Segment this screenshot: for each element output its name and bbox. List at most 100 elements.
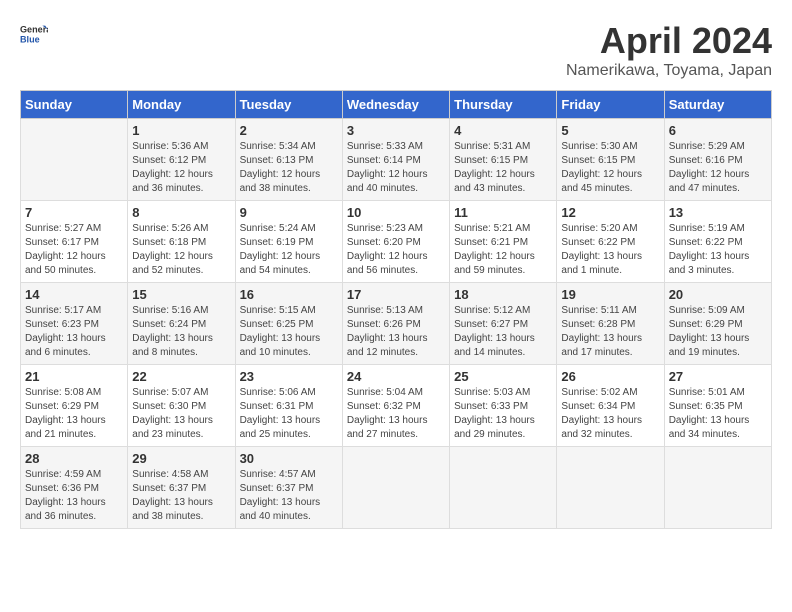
day-number: 30: [240, 451, 338, 466]
calendar-cell: 30 Sunrise: 4:57 AM Sunset: 6:37 PM Dayli…: [235, 447, 342, 529]
weekday-header: Tuesday: [235, 91, 342, 119]
day-number: 20: [669, 287, 767, 302]
day-info: Sunrise: 5:17 AM Sunset: 6:23 PM Dayligh…: [25, 304, 123, 360]
day-number: 24: [347, 369, 445, 384]
logo: General Blue: [20, 20, 48, 48]
day-number: 29: [132, 451, 230, 466]
day-number: 4: [454, 123, 552, 138]
day-number: 16: [240, 287, 338, 302]
calendar-cell: 26Sunrise: 5:02 AM Sunset: 6:34 PM Dayli…: [557, 365, 664, 447]
day-info: Sunrise: 5:27 AM Sunset: 6:17 PM Dayligh…: [25, 222, 123, 278]
day-info: Sunrise: 5:16 AM Sunset: 6:24 PM Dayligh…: [132, 304, 230, 360]
calendar-cell: 14Sunrise: 5:17 AM Sunset: 6:23 PM Dayli…: [21, 283, 128, 365]
weekday-header: Sunday: [21, 91, 128, 119]
calendar-cell: 21 Sunrise: 5:08 AM Sunset: 6:29 PM Dayli…: [21, 365, 128, 447]
day-info: Sunrise: 5:11 AM Sunset: 6:28 PM Dayligh…: [561, 304, 659, 360]
day-info: Sunrise: 5:06 AM Sunset: 6:31 PM Dayligh…: [240, 386, 338, 442]
day-info: Sunrise: 5:29 AM Sunset: 6:16 PM Dayligh…: [669, 140, 767, 196]
page-header: General Blue April 2024 Namerikawa, Toya…: [20, 20, 772, 80]
day-info: Sunrise: 5:31 AM Sunset: 6:15 PM Dayligh…: [454, 140, 552, 196]
day-info: Sunrise: 5:19 AM Sunset: 6:22 PM Dayligh…: [669, 222, 767, 278]
day-info: Sunrise: 5:30 AM Sunset: 6:15 PM Dayligh…: [561, 140, 659, 196]
day-info: Sunrise: 5:08 AM Sunset: 6:29 PM Dayligh…: [25, 386, 123, 442]
day-info: Sunrise: 5:09 AM Sunset: 6:29 PM Dayligh…: [669, 304, 767, 360]
calendar-cell: 10Sunrise: 5:23 AM Sunset: 6:20 PM Dayli…: [342, 201, 449, 283]
day-number: 3: [347, 123, 445, 138]
weekday-header: Saturday: [664, 91, 771, 119]
calendar-week-row: 7 Sunrise: 5:27 AM Sunset: 6:17 PM Daylig…: [21, 201, 772, 283]
calendar-cell: 6 Sunrise: 5:29 AM Sunset: 6:16 PM Daylig…: [664, 119, 771, 201]
calendar-table: SundayMondayTuesdayWednesdayThursdayFrid…: [20, 90, 772, 529]
day-number: 19: [561, 287, 659, 302]
calendar-cell: 15 Sunrise: 5:16 AM Sunset: 6:24 PM Dayli…: [128, 283, 235, 365]
calendar-cell: [664, 447, 771, 529]
day-info: Sunrise: 5:03 AM Sunset: 6:33 PM Dayligh…: [454, 386, 552, 442]
calendar-cell: 7 Sunrise: 5:27 AM Sunset: 6:17 PM Daylig…: [21, 201, 128, 283]
day-number: 15: [132, 287, 230, 302]
day-number: 25: [454, 369, 552, 384]
day-number: 13: [669, 205, 767, 220]
svg-text:Blue: Blue: [20, 34, 40, 44]
day-info: Sunrise: 5:24 AM Sunset: 6:19 PM Dayligh…: [240, 222, 338, 278]
day-info: Sunrise: 5:01 AM Sunset: 6:35 PM Dayligh…: [669, 386, 767, 442]
weekday-header: Monday: [128, 91, 235, 119]
day-number: 12: [561, 205, 659, 220]
calendar-cell: 11 Sunrise: 5:21 AM Sunset: 6:21 PM Dayli…: [450, 201, 557, 283]
calendar-cell: [557, 447, 664, 529]
day-info: Sunrise: 5:21 AM Sunset: 6:21 PM Dayligh…: [454, 222, 552, 278]
day-number: 11: [454, 205, 552, 220]
day-info: Sunrise: 4:57 AM Sunset: 6:37 PM Dayligh…: [240, 468, 338, 524]
calendar-cell: 9 Sunrise: 5:24 AM Sunset: 6:19 PM Daylig…: [235, 201, 342, 283]
calendar-cell: 17 Sunrise: 5:13 AM Sunset: 6:26 PM Dayli…: [342, 283, 449, 365]
day-info: Sunrise: 5:33 AM Sunset: 6:14 PM Dayligh…: [347, 140, 445, 196]
weekday-header: Friday: [557, 91, 664, 119]
title-block: April 2024 Namerikawa, Toyama, Japan: [566, 20, 772, 80]
day-info: Sunrise: 5:34 AM Sunset: 6:13 PM Dayligh…: [240, 140, 338, 196]
calendar-cell: 29 Sunrise: 4:58 AM Sunset: 6:37 PM Dayli…: [128, 447, 235, 529]
calendar-cell: 27 Sunrise: 5:01 AM Sunset: 6:35 PM Dayli…: [664, 365, 771, 447]
calendar-cell: 8 Sunrise: 5:26 AM Sunset: 6:18 PM Daylig…: [128, 201, 235, 283]
calendar-cell: [342, 447, 449, 529]
weekday-header: Wednesday: [342, 91, 449, 119]
day-info: Sunrise: 5:12 AM Sunset: 6:27 PM Dayligh…: [454, 304, 552, 360]
day-number: 22: [132, 369, 230, 384]
day-number: 21: [25, 369, 123, 384]
calendar-cell: 23 Sunrise: 5:06 AM Sunset: 6:31 PM Dayli…: [235, 365, 342, 447]
day-number: 5: [561, 123, 659, 138]
calendar-week-row: 1Sunrise: 5:36 AM Sunset: 6:12 PM Daylig…: [21, 119, 772, 201]
calendar-week-row: 14Sunrise: 5:17 AM Sunset: 6:23 PM Dayli…: [21, 283, 772, 365]
weekday-header: Thursday: [450, 91, 557, 119]
calendar-cell: 2 Sunrise: 5:34 AM Sunset: 6:13 PM Daylig…: [235, 119, 342, 201]
calendar-week-row: 28Sunrise: 4:59 AM Sunset: 6:36 PM Dayli…: [21, 447, 772, 529]
day-number: 17: [347, 287, 445, 302]
day-number: 7: [25, 205, 123, 220]
day-number: 8: [132, 205, 230, 220]
day-number: 27: [669, 369, 767, 384]
day-info: Sunrise: 5:36 AM Sunset: 6:12 PM Dayligh…: [132, 140, 230, 196]
calendar-week-row: 21 Sunrise: 5:08 AM Sunset: 6:29 PM Dayli…: [21, 365, 772, 447]
calendar-cell: 13 Sunrise: 5:19 AM Sunset: 6:22 PM Dayli…: [664, 201, 771, 283]
weekday-header-row: SundayMondayTuesdayWednesdayThursdayFrid…: [21, 91, 772, 119]
day-info: Sunrise: 5:23 AM Sunset: 6:20 PM Dayligh…: [347, 222, 445, 278]
calendar-cell: 4 Sunrise: 5:31 AM Sunset: 6:15 PM Daylig…: [450, 119, 557, 201]
day-info: Sunrise: 5:26 AM Sunset: 6:18 PM Dayligh…: [132, 222, 230, 278]
day-info: Sunrise: 4:58 AM Sunset: 6:37 PM Dayligh…: [132, 468, 230, 524]
day-number: 2: [240, 123, 338, 138]
location-subtitle: Namerikawa, Toyama, Japan: [566, 62, 772, 80]
calendar-cell: 20 Sunrise: 5:09 AM Sunset: 6:29 PM Dayli…: [664, 283, 771, 365]
logo-icon: General Blue: [20, 20, 48, 48]
calendar-cell: 3 Sunrise: 5:33 AM Sunset: 6:14 PM Daylig…: [342, 119, 449, 201]
month-title: April 2024: [566, 20, 772, 62]
calendar-cell: 18Sunrise: 5:12 AM Sunset: 6:27 PM Dayli…: [450, 283, 557, 365]
day-number: 9: [240, 205, 338, 220]
day-info: Sunrise: 5:07 AM Sunset: 6:30 PM Dayligh…: [132, 386, 230, 442]
day-info: Sunrise: 5:20 AM Sunset: 6:22 PM Dayligh…: [561, 222, 659, 278]
day-number: 26: [561, 369, 659, 384]
calendar-cell: 16 Sunrise: 5:15 AM Sunset: 6:25 PM Dayli…: [235, 283, 342, 365]
day-number: 23: [240, 369, 338, 384]
day-info: Sunrise: 5:13 AM Sunset: 6:26 PM Dayligh…: [347, 304, 445, 360]
day-info: Sunrise: 5:15 AM Sunset: 6:25 PM Dayligh…: [240, 304, 338, 360]
calendar-cell: 1Sunrise: 5:36 AM Sunset: 6:12 PM Daylig…: [128, 119, 235, 201]
calendar-cell: 5 Sunrise: 5:30 AM Sunset: 6:15 PM Daylig…: [557, 119, 664, 201]
day-number: 6: [669, 123, 767, 138]
